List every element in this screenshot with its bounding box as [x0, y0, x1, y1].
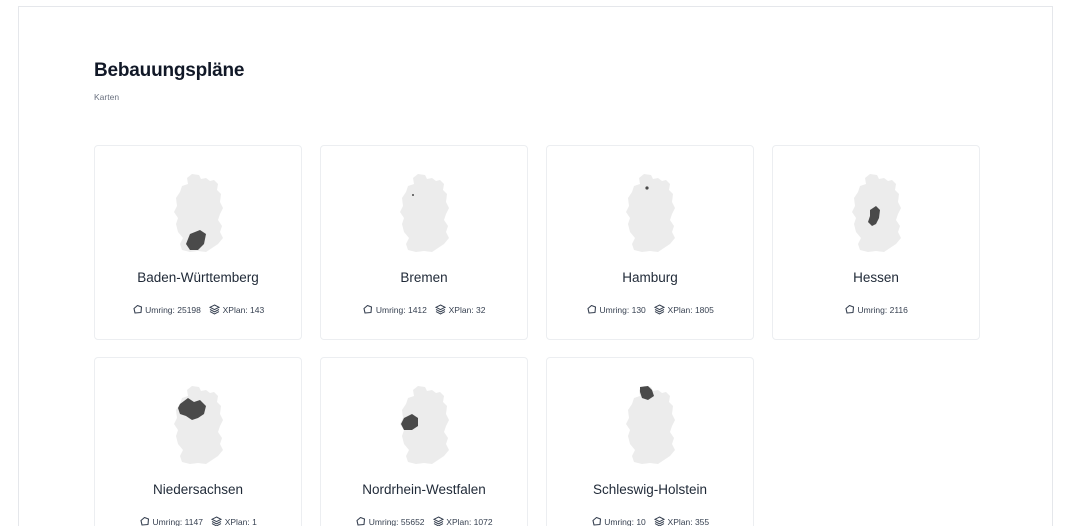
umring-icon	[133, 305, 142, 314]
umring-icon	[592, 517, 601, 526]
umring-count: Umring: 55652	[368, 516, 425, 526]
umring-count: Umring: 10	[604, 516, 646, 526]
page-subtitle: Karten	[94, 92, 120, 102]
state-stats: Umring: 2116	[773, 304, 979, 315]
xplan-layers-icon	[433, 516, 444, 526]
umring-icon	[356, 517, 366, 526]
xplan-count: XPlan: 1072	[446, 516, 493, 526]
xplan-layers-icon	[435, 304, 446, 315]
umring-icon	[363, 305, 373, 314]
state-stats: Umring: 25198 XPlan: 143	[95, 304, 301, 315]
xplan-count: XPlan: 32	[448, 304, 486, 315]
xplan-count: XPlan: 355	[667, 516, 710, 526]
umring-count: Umring: 25198	[145, 304, 201, 315]
xplan-layers-icon	[211, 516, 222, 526]
nordrhein-westfalen-map-icon	[400, 386, 449, 464]
state-card-hamburg[interactable]: Hamburg Umring: 130 XPlan: 1805	[546, 145, 754, 340]
umring-count: Umring: 2116	[857, 304, 908, 315]
state-name: Nordrhein-Westfalen	[362, 482, 486, 497]
state-card-bremen[interactable]: Bremen Umring: 1412 XPlan: 32	[320, 145, 528, 340]
xplan-layers-icon	[654, 304, 665, 315]
state-name: Baden-Württemberg	[137, 270, 259, 285]
niedersachsen-map-icon	[174, 386, 223, 464]
state-card-nordrhein-westfalen[interactable]: Nordrhein-Westfalen Umring: 55652 XPlan:…	[320, 357, 528, 526]
hamburg-map-icon	[626, 174, 675, 252]
xplan-count: XPlan: 1	[224, 516, 257, 526]
state-name: Schleswig-Holstein	[592, 482, 708, 497]
umring-icon	[845, 305, 855, 314]
state-name: Hessen	[853, 270, 899, 285]
state-stats: Umring: 1412 XPlan: 32	[321, 304, 527, 315]
state-name: Bremen	[400, 270, 448, 285]
xplan-layers-icon	[654, 516, 665, 526]
state-card-hessen[interactable]: Hessen Umring: 2116	[772, 145, 980, 340]
umring-count: Umring: 1412	[375, 304, 427, 315]
hessen-map-icon	[852, 174, 901, 252]
xplan-layers-icon	[209, 304, 220, 315]
state-stats: Umring: 55652 XPlan: 1072	[321, 516, 527, 526]
state-stats: Umring: 130 XPlan: 1805	[547, 304, 753, 315]
state-name: Niedersachsen	[152, 482, 244, 497]
state-card-schleswig-holstein[interactable]: Schleswig-Holstein Umring: 10 XPlan: 355	[546, 357, 754, 526]
state-card-niedersachsen[interactable]: Niedersachsen Umring: 1147 XPlan: 1	[94, 357, 302, 526]
state-stats: Umring: 1147 XPlan: 1	[95, 516, 301, 526]
xplan-count: XPlan: 1805	[667, 304, 714, 315]
schleswig-holstein-map-icon	[626, 386, 675, 464]
state-stats: Umring: 10 XPlan: 355	[547, 516, 753, 526]
page-title: Bebauungspläne	[94, 60, 245, 81]
umring-count: Umring: 130	[599, 304, 646, 315]
state-card-baden-wuerttemberg[interactable]: Baden-Württemberg Umring: 25198 XPlan: 1…	[94, 145, 302, 340]
state-name: Hamburg	[622, 270, 678, 285]
xplan-count: XPlan: 143	[222, 304, 265, 315]
bremen-map-icon	[400, 174, 449, 252]
umring-count: Umring: 1147	[152, 516, 203, 526]
umring-icon	[587, 305, 597, 314]
baden-wuerttemberg-map-icon	[174, 174, 223, 252]
umring-icon	[140, 517, 150, 526]
